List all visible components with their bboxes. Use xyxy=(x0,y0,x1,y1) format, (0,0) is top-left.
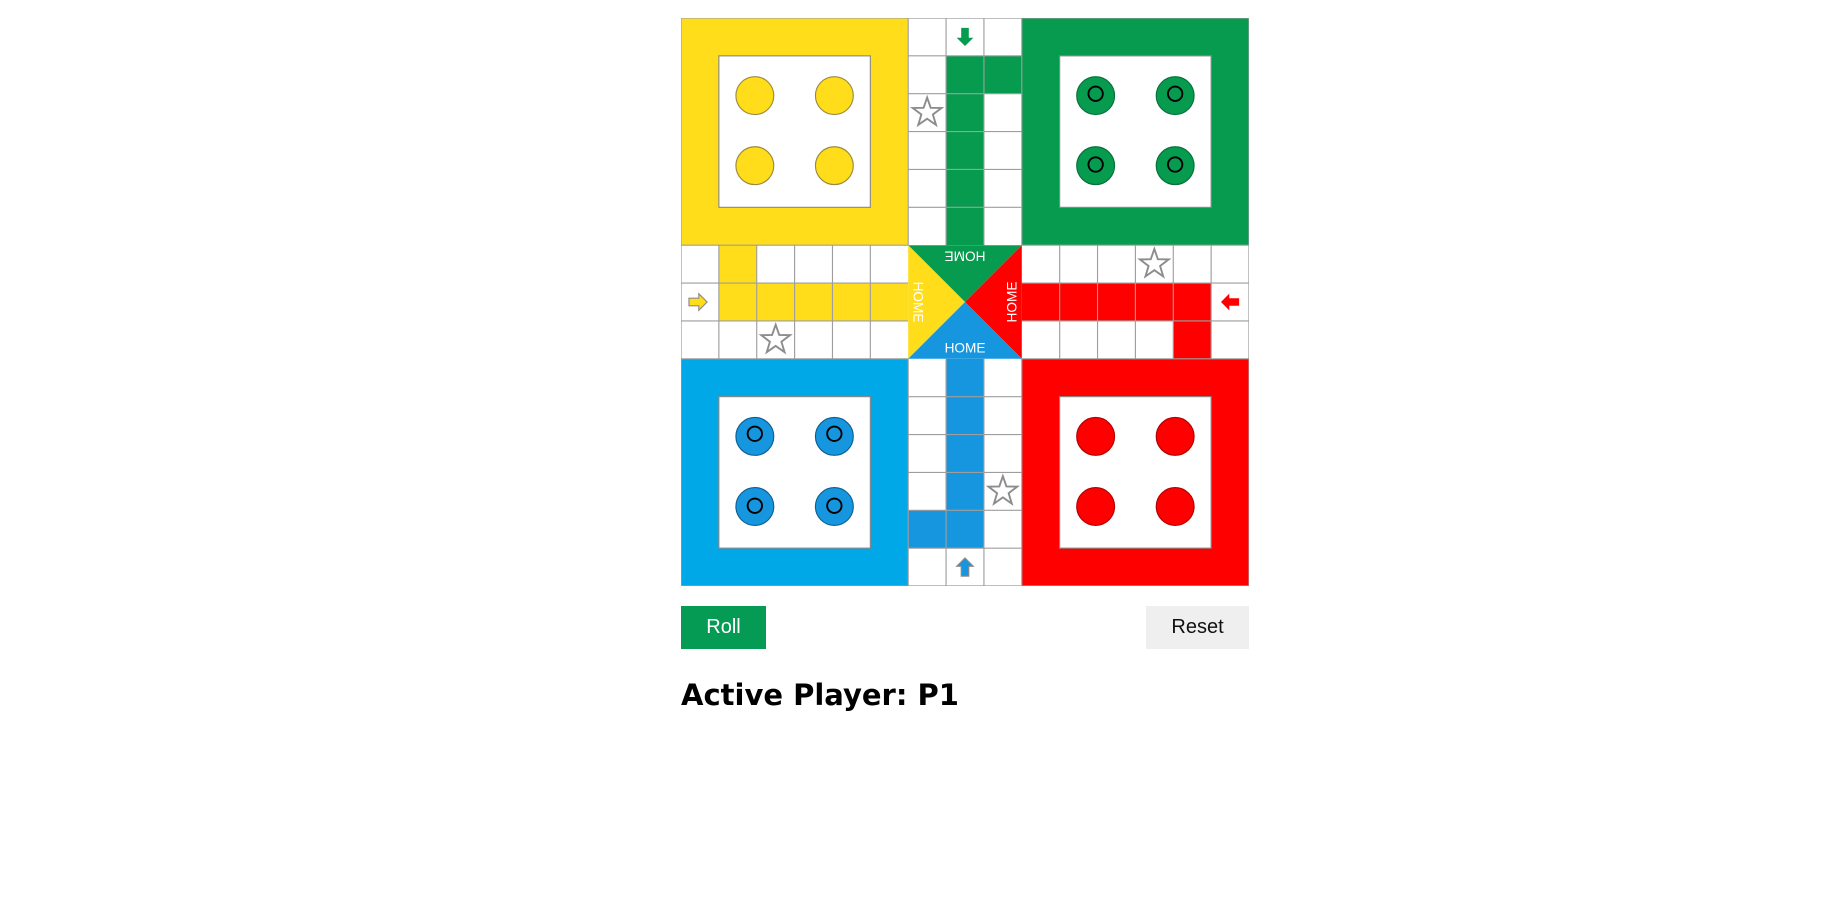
red-token[interactable] xyxy=(1076,416,1116,456)
yellow-home-label: HOME xyxy=(911,282,926,323)
blue-token[interactable] xyxy=(814,416,854,456)
blue-token[interactable] xyxy=(735,486,775,526)
yellow-token[interactable] xyxy=(735,76,775,116)
red-token[interactable] xyxy=(1076,486,1116,526)
red-token[interactable] xyxy=(1155,486,1195,526)
red-token[interactable] xyxy=(1155,416,1195,456)
yellow-token[interactable] xyxy=(814,146,854,186)
blue-yard xyxy=(681,358,909,586)
reset-button[interactable]: Reset xyxy=(1146,606,1249,649)
roll-button[interactable]: Roll xyxy=(681,606,766,649)
center-home: HOME HOME HOME HOME xyxy=(908,245,1022,359)
green-token[interactable] xyxy=(1155,146,1195,186)
green-token[interactable] xyxy=(1155,76,1195,116)
green-yard xyxy=(1021,18,1249,246)
blue-token[interactable] xyxy=(814,486,854,526)
blue-home-label: HOME xyxy=(945,341,986,356)
ludo-board[interactable]: HOME HOME HOME HOME xyxy=(681,18,1249,586)
yellow-token[interactable] xyxy=(735,146,775,186)
active-player-status: Active Player: P1 xyxy=(681,678,959,712)
red-yard xyxy=(1021,358,1249,586)
green-token[interactable] xyxy=(1076,76,1116,116)
yellow-yard xyxy=(681,18,909,246)
green-home-label: HOME xyxy=(945,248,986,263)
red-home-label: HOME xyxy=(1004,282,1019,323)
yellow-token[interactable] xyxy=(814,76,854,116)
green-token[interactable] xyxy=(1076,146,1116,186)
blue-token[interactable] xyxy=(735,416,775,456)
